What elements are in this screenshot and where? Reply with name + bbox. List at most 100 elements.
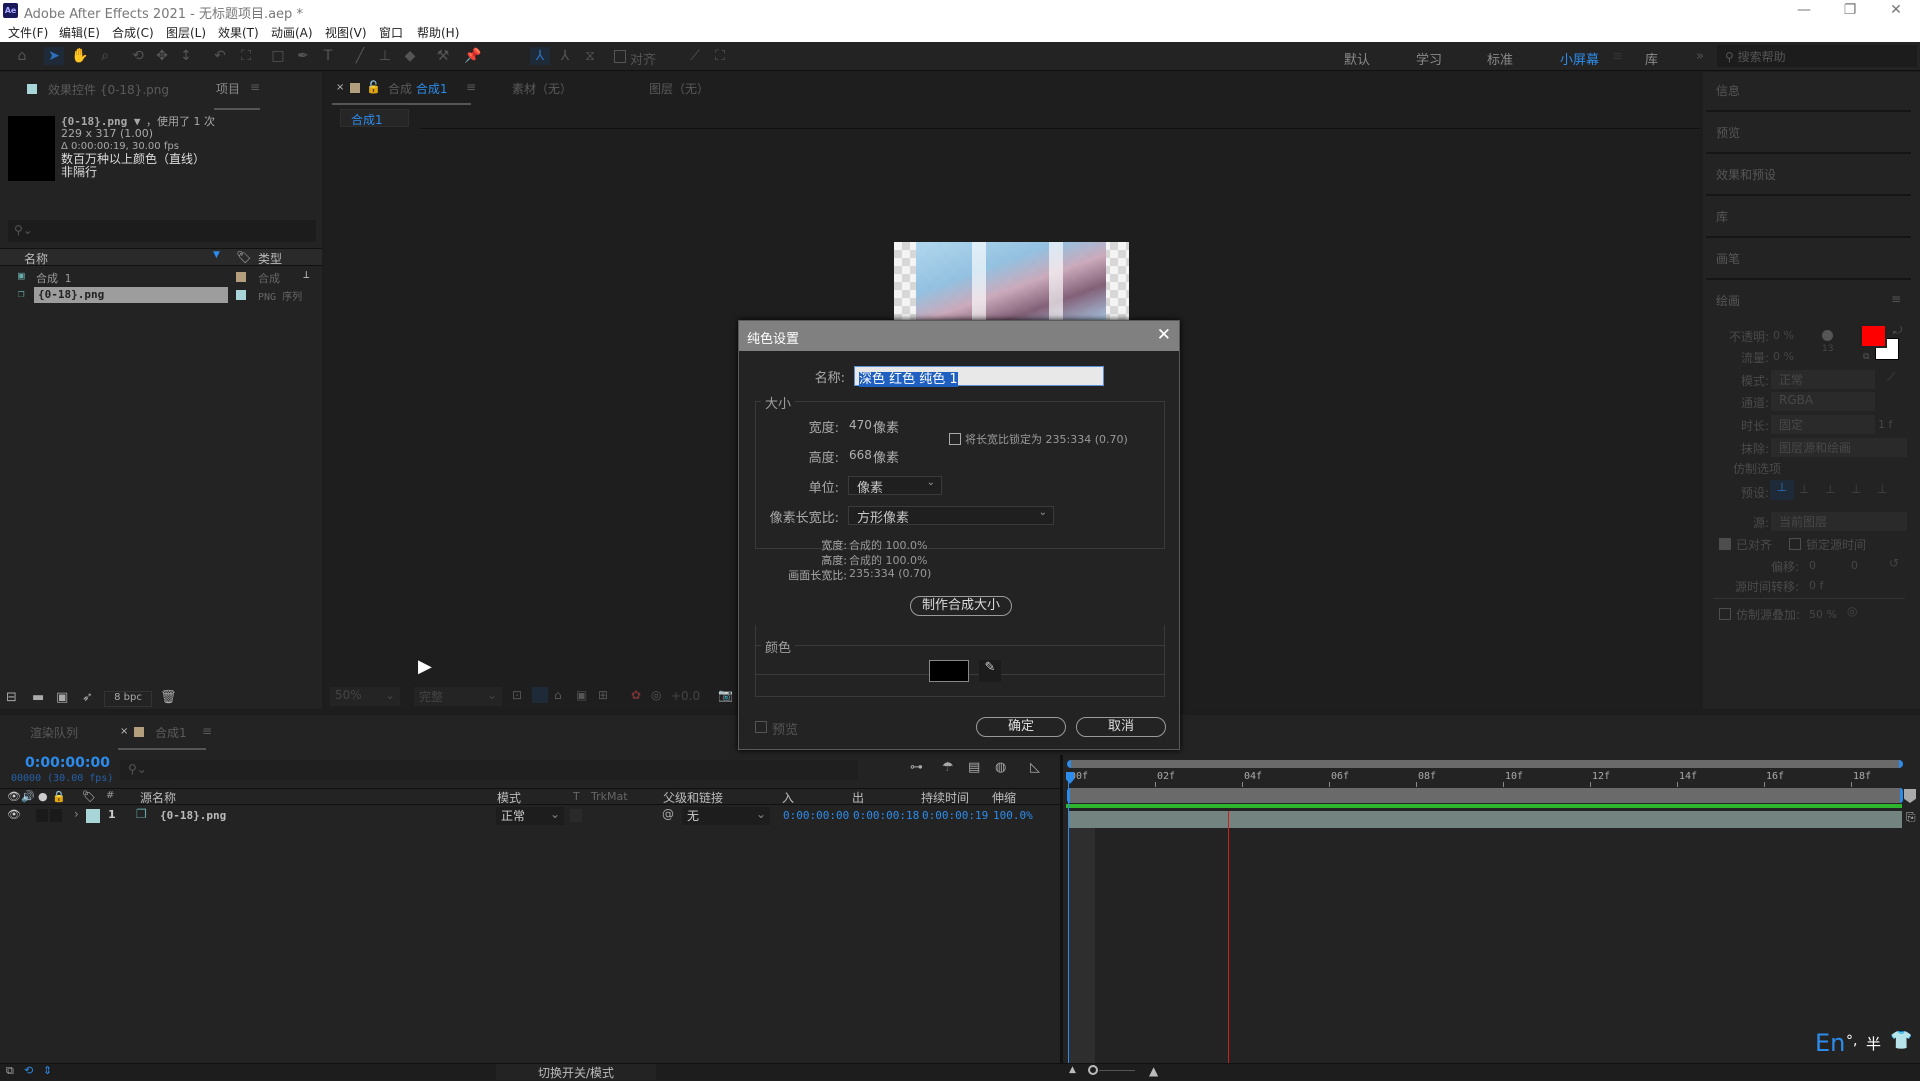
ime-punctuation[interactable]: °, <box>1846 1033 1857 1049</box>
clone-preset-2-icon[interactable]: ⊥ <box>1799 482 1809 496</box>
pixel-aspect-dropdown[interactable]: 方形像素 ⌄ <box>848 506 1054 526</box>
ok-button[interactable]: 确定 <box>976 717 1066 737</box>
workspace-menu-icon[interactable]: ≡ <box>1612 49 1623 64</box>
ime-width[interactable]: 半 <box>1866 1033 1881 1054</box>
help-search-input[interactable]: ⚲ 搜索帮助 <box>1717 45 1917 67</box>
aligned-checkbox[interactable] <box>1719 538 1731 550</box>
duration-frames[interactable]: 1 f <box>1878 418 1892 431</box>
channel-dropdown[interactable]: RGBA <box>1771 392 1875 411</box>
units-dropdown[interactable]: 像素 ⌄ <box>848 476 942 496</box>
layer-lock-toggle[interactable] <box>50 809 62 822</box>
trash-icon[interactable]: 🗑 <box>160 690 177 705</box>
label-swatch[interactable] <box>236 272 246 282</box>
opacity-value[interactable]: 0 % <box>1773 329 1794 342</box>
clone-preset-3-icon[interactable]: ⊥ <box>1825 482 1835 496</box>
default-colors-icon[interactable]: ⧉ <box>1863 352 1869 362</box>
new-folder-icon[interactable]: ▬ <box>32 690 44 705</box>
lock-aspect-checkbox[interactable] <box>949 433 961 445</box>
clone-overlay-checkbox[interactable] <box>1719 608 1731 620</box>
label-tag-icon[interactable]: 🏷 <box>236 250 251 264</box>
column-out[interactable]: 出 <box>852 789 864 806</box>
in-out-panes-icon[interactable]: ⇕ <box>43 1064 52 1077</box>
snap-options-icon[interactable]: ⛶ <box>710 47 730 65</box>
lock-icon[interactable]: 🔒 <box>52 790 66 803</box>
comp-breadcrumb[interactable]: 合成1 <box>340 109 409 127</box>
tab-render-queue[interactable]: 渲染队列 <box>30 724 78 741</box>
mask-visibility-icon[interactable]: ⌂ <box>554 688 562 702</box>
panel-libraries[interactable]: 库 <box>1716 208 1728 225</box>
column-type[interactable]: 类型 <box>258 250 282 267</box>
graph-editor-icon[interactable]: ◺ <box>1030 760 1040 775</box>
transfer-controls-icon[interactable]: ⟲ <box>24 1064 33 1077</box>
exposure-value[interactable]: +0.0 <box>671 689 700 703</box>
brush-tool-icon[interactable]: ╱ <box>350 47 370 65</box>
workspace-overflow[interactable]: » <box>1696 49 1704 64</box>
offset-x[interactable]: 0 <box>1809 559 1816 572</box>
snap-icon[interactable]: ⟋ <box>685 47 705 65</box>
timeline-zoom-slider[interactable] <box>1088 1064 1136 1078</box>
trkmat-toggle[interactable] <box>570 809 582 822</box>
snapshot-icon[interactable]: 📷 <box>718 688 733 702</box>
rectangle-tool-icon[interactable]: □ <box>268 47 288 65</box>
close-tab-icon[interactable]: × <box>336 82 344 93</box>
workspace-libraries[interactable]: 库 <box>1645 49 1658 68</box>
menu-layer[interactable]: 图层(L) <box>166 24 206 41</box>
panel-menu-icon[interactable]: ≡ <box>466 80 476 94</box>
orbit-camera-icon[interactable]: ⟲ <box>128 47 148 65</box>
column-parent[interactable]: 父级和链接 <box>663 789 723 806</box>
layer-visibility-icon[interactable]: 👁 <box>7 808 21 821</box>
time-shift-value[interactable]: 0 f <box>1809 579 1823 592</box>
work-area-bar[interactable] <box>1067 788 1903 803</box>
text-tool-icon[interactable]: T <box>318 47 338 65</box>
pan-camera-icon[interactable]: ✥ <box>152 47 172 65</box>
workspace-default[interactable]: 默认 <box>1344 49 1370 68</box>
column-mode[interactable]: 模式 <box>497 789 521 806</box>
layer-solo-toggle[interactable] <box>36 809 48 822</box>
bpc-button[interactable]: 8 bpc <box>104 691 152 707</box>
zoom-tool-icon[interactable]: ⌕ <box>95 47 115 65</box>
minimize-button[interactable]: — <box>1784 2 1824 18</box>
panel-info[interactable]: 信息 <box>1716 82 1740 99</box>
layer-mode-dropdown[interactable]: 正常 ⌄ <box>496 807 564 825</box>
tab-effect-controls[interactable]: 效果控件 {0-18}.png <box>48 81 169 98</box>
duration-dropdown[interactable]: 固定 <box>1771 415 1875 434</box>
fast-preview-icon[interactable]: ⊡ <box>512 688 522 702</box>
panel-brushes[interactable]: 画笔 <box>1716 250 1740 267</box>
layer-duration-bar[interactable] <box>1068 811 1902 828</box>
layer-in-point[interactable]: 0:00:00:00 <box>783 809 849 822</box>
flowchart-icon[interactable]: ⊥ <box>303 268 310 281</box>
source-dropdown[interactable]: 当前图层 <box>1771 512 1907 531</box>
menu-animation[interactable]: 动画(A) <box>271 24 313 41</box>
layer-duration[interactable]: 0:00:00:19 <box>922 809 988 822</box>
width-value[interactable]: 470 <box>849 418 872 432</box>
flow-value[interactable]: 0 % <box>1773 350 1794 363</box>
time-ruler[interactable]: 00f 02f 04f 06f 08f 10f 12f 14f 16f 18f <box>1063 769 1913 787</box>
motion-blur-icon[interactable]: ◍ <box>995 760 1006 775</box>
zoom-in-icon[interactable]: ▲ <box>1149 1064 1158 1078</box>
clone-overlay-value[interactable]: 50 % <box>1809 608 1837 621</box>
menu-edit[interactable]: 编辑(E) <box>59 24 100 41</box>
layer-stretch[interactable]: 100.0% <box>993 809 1033 822</box>
panel-menu-icon[interactable]: ≡ <box>202 724 212 738</box>
audio-toggle-icon[interactable]: 🔊 <box>21 790 35 803</box>
project-item[interactable]: ❐ {0-18}.png PNG 序列 <box>0 286 322 304</box>
render-icon[interactable]: ➶ <box>82 690 93 705</box>
column-source-name[interactable]: 源名称 <box>140 789 176 806</box>
dolly-camera-icon[interactable]: ↕ <box>176 47 196 65</box>
dialog-close-button[interactable]: ✕ <box>1157 325 1171 345</box>
project-search-input[interactable]: ⚲⌄ <box>8 220 316 242</box>
local-axis-icon[interactable]: ⅄ <box>530 47 550 65</box>
navigator-bar[interactable] <box>1067 760 1903 768</box>
tab-composition[interactable]: 合成 合成1 <box>388 80 447 97</box>
solo-icon[interactable]: ● <box>38 790 48 803</box>
hand-tool-icon[interactable]: ✋ <box>70 47 90 65</box>
erase-dropdown[interactable]: 图层源和绘画 <box>1771 438 1907 457</box>
eyedropper-icon[interactable]: ✎ <box>979 660 1001 682</box>
column-name[interactable]: 名称 <box>24 250 48 267</box>
new-composition-icon[interactable]: ▣ <box>56 690 68 705</box>
view-axis-icon[interactable]: ⧖ <box>580 47 600 65</box>
roto-brush-icon[interactable]: ⚒ <box>433 47 453 65</box>
workspace-small-screen[interactable]: 小屏幕 <box>1560 49 1599 68</box>
region-of-interest-icon[interactable]: ▣ <box>576 688 587 702</box>
clone-stamp-icon[interactable]: ⊥ <box>375 47 395 65</box>
